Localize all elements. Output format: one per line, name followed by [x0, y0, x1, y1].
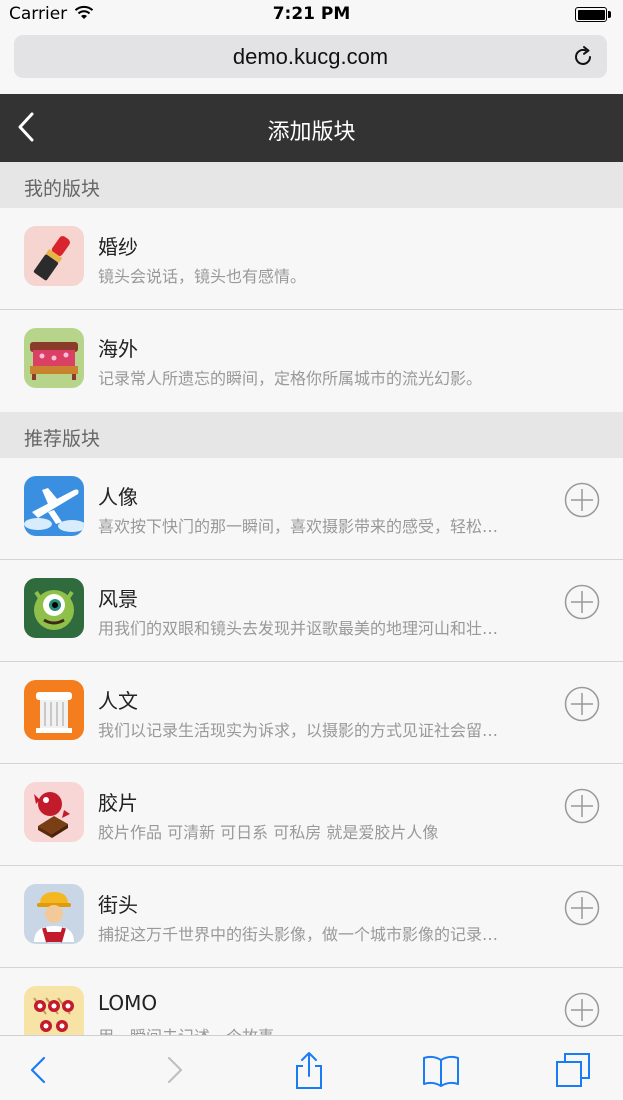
list-item[interactable]: 人文 我们以记录生活现实为诉求，以摄影的方式见证社会留…: [0, 662, 623, 764]
item-desc: 我们以记录生活现实为诉求，以摄影的方式见证社会留…: [98, 721, 499, 740]
section-header-my: 我的版块: [0, 162, 623, 208]
recommended-section-list: 人像 喜欢按下快门的那一瞬间，喜欢摄影带来的感受，轻松… 风景 用我们的双眼和镜…: [0, 458, 623, 1035]
item-title: 婚纱: [98, 235, 138, 259]
forward-icon[interactable]: [155, 1050, 195, 1090]
section-title: 我的版块: [24, 178, 101, 200]
list-item[interactable]: 胶片 胶片作品 可清新 可日系 可私房 就是爱胶片人像: [0, 764, 623, 866]
item-title: 人像: [98, 485, 138, 509]
item-desc: 胶片作品 可清新 可日系 可私房 就是爱胶片人像: [98, 823, 439, 842]
meat-icon: [24, 986, 84, 1035]
list-item[interactable]: 人像 喜欢按下快门的那一瞬间，喜欢摄影带来的感受，轻松…: [0, 458, 623, 560]
bookmarks-icon[interactable]: [421, 1050, 461, 1090]
list-item[interactable]: 街头 捕捉这万千世界中的街头影像，做一个城市影像的记录…: [0, 866, 623, 968]
tabs-icon[interactable]: [553, 1050, 593, 1090]
item-title: 人文: [98, 689, 138, 713]
add-icon[interactable]: [564, 584, 600, 620]
browser-toolbar: [0, 1035, 623, 1100]
item-desc: 喜欢按下快门的那一瞬间，喜欢摄影带来的感受，轻松…: [98, 517, 499, 536]
add-icon[interactable]: [564, 686, 600, 722]
bed-icon: [24, 328, 84, 388]
page-title: 添加版块: [267, 120, 356, 145]
item-desc: 用一瞬间去记述一个故事: [98, 1023, 550, 1035]
share-icon[interactable]: [289, 1050, 329, 1090]
column-icon: [24, 680, 84, 740]
item-desc: 镜头会说话，镜头也有感情。: [98, 267, 307, 286]
item-title: 街头: [98, 893, 138, 917]
list-item[interactable]: LOMO 用一瞬间去记述一个故事: [0, 968, 623, 1035]
page-header: 添加版块: [0, 94, 623, 162]
lipstick-icon: [24, 226, 84, 286]
list-item[interactable]: 海外 记录常人所遗忘的瞬间，定格你所属城市的流光幻影。: [0, 310, 623, 412]
item-title: LOMO: [98, 991, 158, 1015]
my-section-list: 婚纱 镜头会说话，镜头也有感情。 海外 记录常人所遗忘的瞬间，定格你所属城市的流…: [0, 208, 623, 412]
add-icon[interactable]: [564, 788, 600, 824]
add-icon[interactable]: [564, 992, 600, 1028]
item-desc: 用我们的双眼和镜头去发现并讴歌最美的地理河山和壮…: [98, 619, 499, 638]
add-icon[interactable]: [564, 482, 600, 518]
section-header-recommended: 推荐版块: [0, 412, 623, 458]
section-title: 推荐版块: [24, 428, 101, 450]
battery-icon: [575, 7, 611, 22]
back-icon[interactable]: [18, 1050, 58, 1090]
list-item[interactable]: 风景 用我们的双眼和镜头去发现并讴歌最美的地理河山和壮…: [0, 560, 623, 662]
candy-icon: [24, 782, 84, 842]
clock: 7:21 PM: [272, 4, 351, 24]
monster-icon: [24, 578, 84, 638]
item-desc: 记录常人所遗忘的瞬间，定格你所属城市的流光幻影。: [98, 369, 483, 388]
item-desc: 捕捉这万千世界中的街头影像，做一个城市影像的记录…: [98, 925, 499, 944]
status-bar: Carrier 7:21 PM: [0, 0, 623, 28]
reload-icon[interactable]: [571, 45, 595, 69]
url-text: demo.kucg.com: [232, 44, 389, 69]
airplane-icon: [24, 476, 84, 536]
list-item[interactable]: 婚纱 镜头会说话，镜头也有感情。: [0, 208, 623, 310]
worker-icon: [24, 884, 84, 944]
item-title: 胶片: [98, 791, 138, 815]
item-title: 海外: [98, 337, 138, 361]
item-title: 风景: [98, 587, 138, 611]
address-bar[interactable]: demo.kucg.com: [14, 35, 607, 78]
browser-address-area: demo.kucg.com: [0, 28, 623, 94]
add-icon[interactable]: [564, 890, 600, 926]
